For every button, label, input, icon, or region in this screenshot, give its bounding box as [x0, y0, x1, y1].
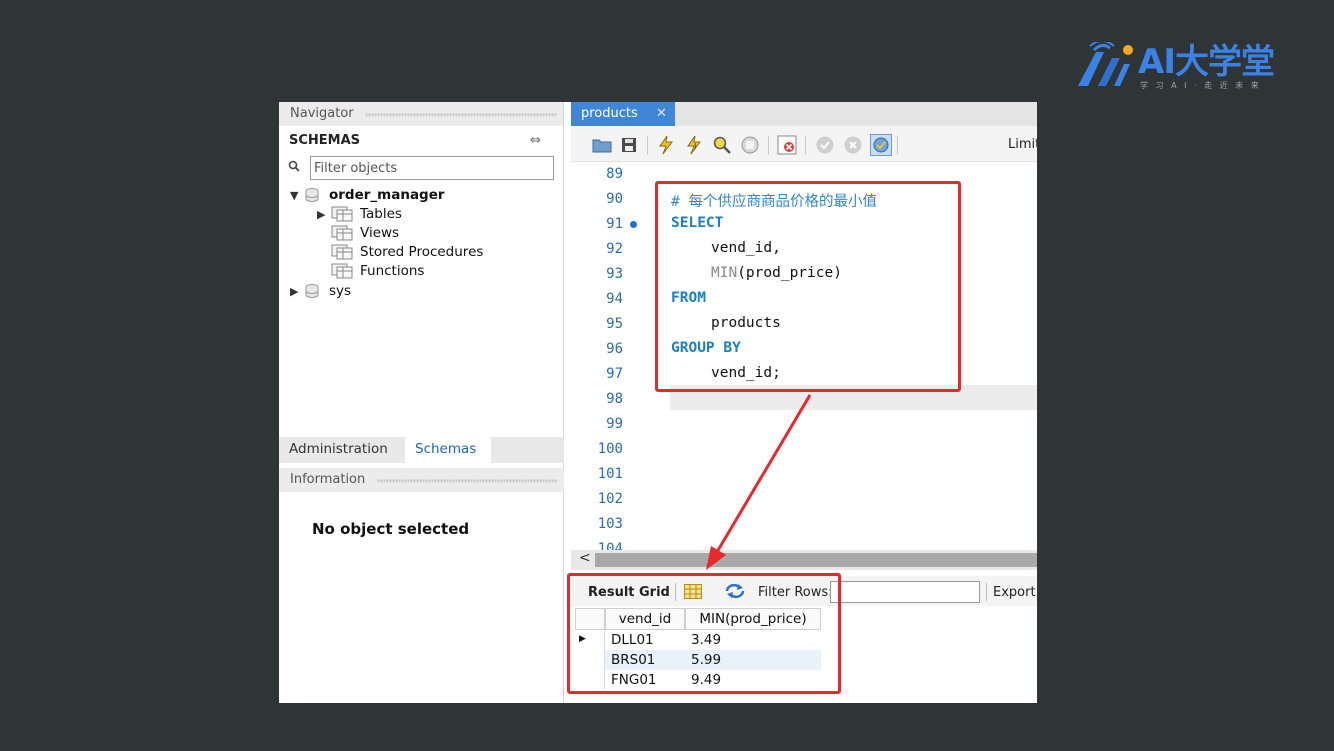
save-icon[interactable]: [618, 134, 640, 156]
filter-rows-input[interactable]: [830, 581, 980, 603]
filter-objects-input[interactable]: [310, 156, 554, 180]
function-folder-icon: [331, 263, 353, 279]
tab-products[interactable]: products ✕: [571, 102, 675, 126]
procedure-folder-icon: [331, 244, 353, 260]
search-icon: [288, 160, 300, 175]
logo-subtitle: 学 习 A I · 走 近 未 来: [1140, 81, 1262, 90]
execute-current-icon[interactable]: I: [683, 134, 705, 156]
tab-label: products: [581, 106, 638, 121]
schema-name: sys: [329, 283, 352, 299]
tree-item-tables[interactable]: ▶ Tables: [317, 206, 402, 222]
export-button[interactable]: Export: [993, 585, 1036, 600]
table-folder-icon: [331, 206, 353, 222]
header-grip: [377, 479, 558, 483]
tree-label: Views: [360, 225, 400, 241]
query-highlight-box: [655, 181, 961, 392]
no-object-text: No object selected: [312, 520, 470, 538]
toolbar-separator: [647, 136, 648, 154]
tree-item-order-manager[interactable]: ▼ order_manager: [290, 187, 445, 203]
commit-icon[interactable]: [814, 134, 836, 156]
execute-icon[interactable]: [655, 134, 677, 156]
toolbar-separator: [805, 136, 806, 154]
close-icon[interactable]: ✕: [656, 106, 667, 121]
toolbar-separator: [897, 136, 898, 154]
collapsed-arrow-icon[interactable]: ▶: [290, 285, 304, 298]
refresh-schemas-icon[interactable]: ⇔: [530, 133, 541, 148]
database-icon: [304, 187, 320, 203]
rollback-icon[interactable]: [842, 134, 864, 156]
navigator-tabs: Administration Schemas: [279, 437, 564, 463]
limit-label[interactable]: Limit: [1008, 137, 1037, 152]
schema-name: order_manager: [329, 187, 445, 203]
tree-label: Stored Procedures: [360, 244, 484, 260]
navigator-pane: Navigator SCHEMAS ⇔ ▼ order_manager ▶ Ta…: [279, 102, 564, 703]
tree-label: Tables: [360, 206, 402, 222]
expanded-arrow-icon[interactable]: ▼: [290, 189, 304, 202]
open-folder-icon[interactable]: [591, 134, 613, 156]
logo-text: AI大学堂: [1138, 42, 1275, 82]
database-icon: [304, 283, 320, 299]
schemas-title: SCHEMAS: [289, 133, 361, 148]
editor-toolbar: I Limit: [571, 126, 1037, 162]
toolbar-separator: [768, 136, 769, 154]
editor-tabbar: products ✕: [571, 102, 1037, 126]
tree-item-functions[interactable]: Functions: [331, 263, 424, 279]
tree-item-stored-procedures[interactable]: Stored Procedures: [331, 244, 483, 260]
stop-icon[interactable]: [739, 134, 761, 156]
toolbar-separator: [986, 583, 987, 601]
header-grip: [365, 113, 557, 117]
explain-icon[interactable]: [711, 134, 733, 156]
navigator-title: Navigator: [290, 106, 354, 121]
svg-text:I: I: [694, 142, 696, 151]
toggle-error-icon[interactable]: [776, 134, 798, 156]
tree-item-views[interactable]: Views: [331, 225, 399, 241]
information-title: Information: [290, 472, 366, 487]
navigator-header: Navigator: [279, 102, 563, 126]
logo-mark-icon: [1078, 42, 1133, 86]
tab-schemas[interactable]: Schemas: [405, 437, 491, 463]
brand-logo: AI大学堂 学 习 A I · 走 近 未 来: [1074, 42, 1294, 96]
view-folder-icon: [331, 225, 353, 241]
horizontal-scrollbar[interactable]: <: [571, 550, 1037, 570]
autocommit-toggle-icon[interactable]: [870, 134, 892, 156]
tree-item-sys[interactable]: ▶ sys: [290, 283, 351, 299]
tree-label: Functions: [360, 263, 425, 279]
result-highlight-box: [567, 573, 841, 694]
scrollbar-thumb[interactable]: [595, 553, 1037, 567]
tab-administration[interactable]: Administration: [279, 437, 398, 463]
information-header: Information: [279, 468, 564, 492]
collapsed-arrow-icon[interactable]: ▶: [317, 208, 331, 221]
scroll-left-icon[interactable]: <: [579, 550, 591, 566]
